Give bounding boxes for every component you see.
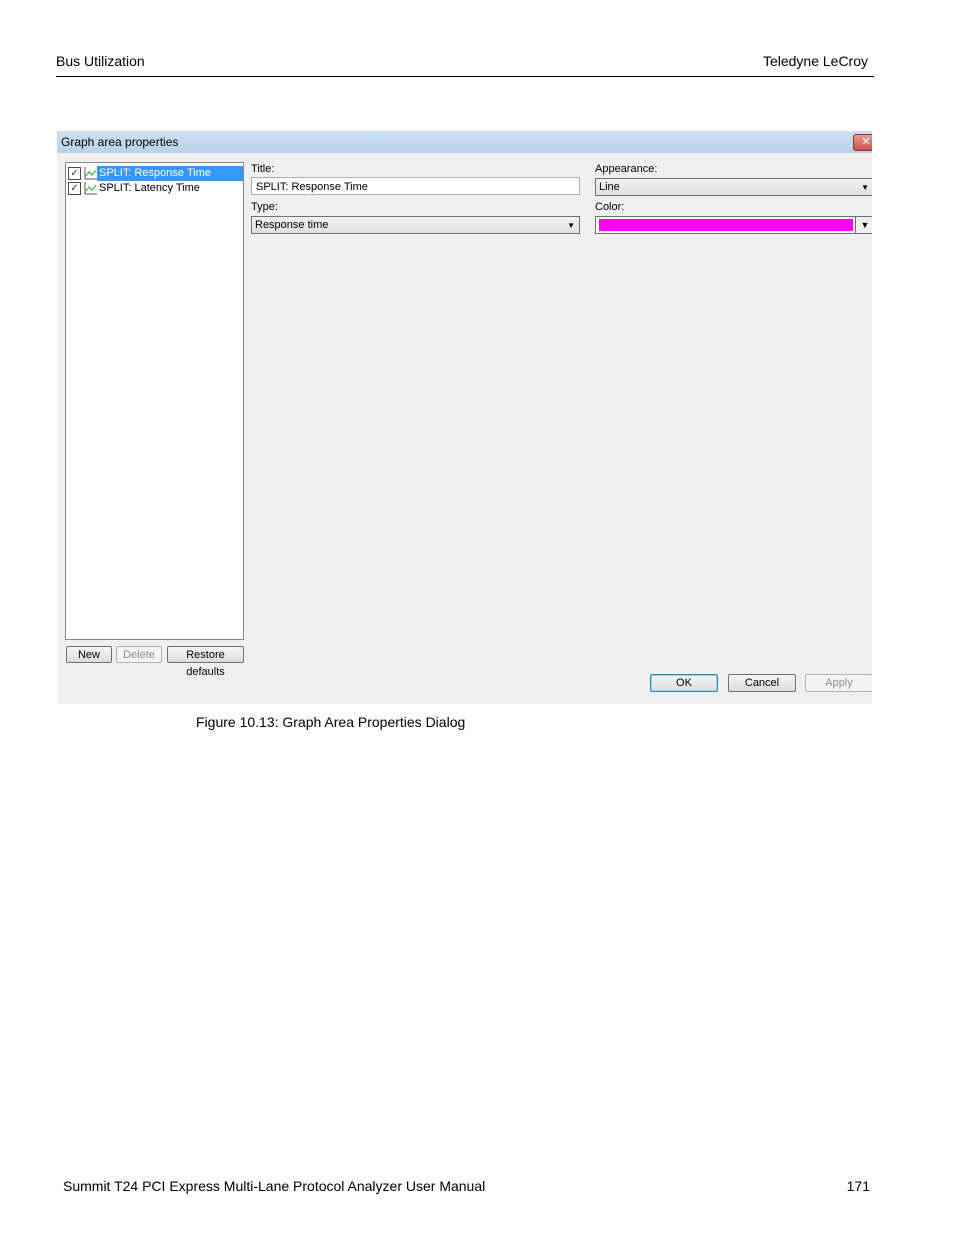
chevron-down-icon: ▼	[567, 221, 575, 230]
line-graph-icon	[84, 167, 97, 180]
checkbox-response-time[interactable]: ✓	[68, 167, 81, 180]
line-graph-icon	[84, 182, 97, 195]
color-swatch	[599, 219, 853, 231]
header-rule	[56, 76, 874, 77]
title-input[interactable]: SPLIT: Response Time	[251, 177, 580, 195]
close-button[interactable]: ✕	[853, 134, 872, 151]
type-select[interactable]: Response time ▼	[251, 216, 580, 234]
graph-area-properties-dialog: Graph area properties ✕ ✓ SPLIT: Respons…	[57, 131, 872, 704]
cancel-button[interactable]: Cancel	[728, 674, 796, 692]
color-label: Color:	[595, 201, 625, 213]
page-header-right: Teledyne LeCroy	[762, 53, 868, 69]
page-header-left: Bus Utilization	[56, 53, 145, 69]
tree-item-label: SPLIT: Latency Time	[99, 182, 200, 194]
type-label: Type:	[251, 201, 278, 213]
dialog-titlebar[interactable]: Graph area properties ✕	[57, 131, 872, 153]
apply-button[interactable]: Apply	[805, 674, 872, 692]
delete-button[interactable]: Delete	[116, 646, 162, 663]
appearance-select[interactable]: Line ▼	[595, 178, 872, 196]
page-footer-left: Summit T24 PCI Express Multi-Lane Protoc…	[63, 1178, 486, 1194]
page-number: 171	[846, 1178, 870, 1194]
ok-button[interactable]: OK	[650, 674, 718, 692]
chevron-down-icon[interactable]: ▼	[855, 217, 872, 233]
appearance-label: Appearance:	[595, 163, 658, 175]
type-value: Response time	[255, 219, 329, 231]
series-tree[interactable]: ✓ SPLIT: Response Time ✓ SPLIT: Latency …	[65, 162, 244, 640]
new-button[interactable]: New	[66, 646, 112, 663]
dialog-title: Graph area properties	[61, 135, 179, 149]
chevron-down-icon: ▼	[861, 183, 869, 192]
restore-defaults-button[interactable]: Restore defaults	[167, 646, 244, 678]
checkbox-latency-time[interactable]: ✓	[68, 182, 81, 195]
appearance-value: Line	[599, 181, 620, 193]
tree-item-label: SPLIT: Response Time	[97, 166, 243, 181]
title-label: Title:	[251, 163, 275, 175]
close-icon: ✕	[861, 136, 871, 148]
figure-caption: Figure 10.13: Graph Area Properties Dial…	[196, 714, 466, 730]
color-picker[interactable]: ▼	[595, 216, 872, 234]
